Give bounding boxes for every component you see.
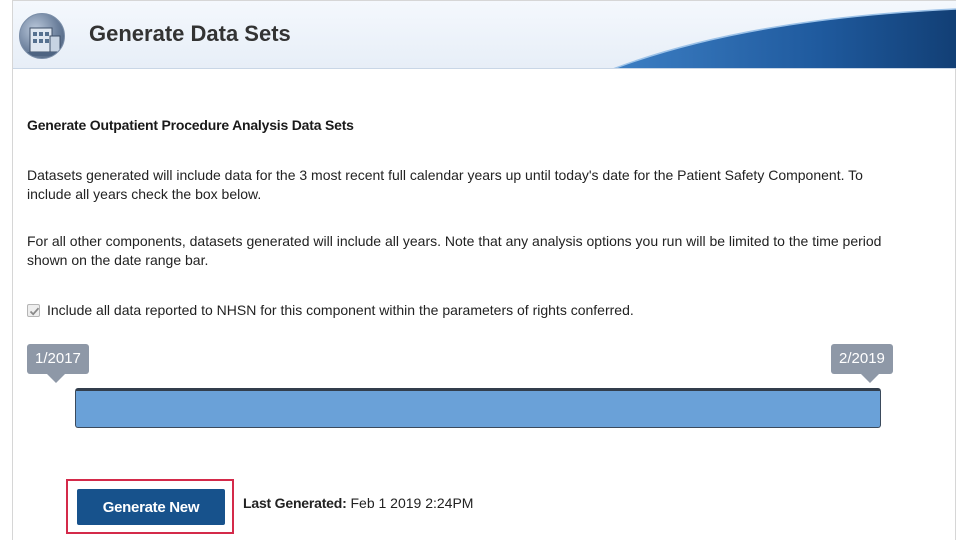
building-icon — [19, 13, 65, 59]
checkmark-icon — [29, 307, 40, 316]
include-all-data-checkbox[interactable] — [27, 303, 40, 317]
range-start-pointer — [47, 374, 65, 383]
include-all-data-label: Include all data reported to NHSN for th… — [47, 302, 634, 318]
range-start-value: 1/2017 — [35, 350, 81, 367]
generate-button-highlight: Generate New — [66, 479, 234, 534]
last-generated-value: Feb 1 2019 2:24PM — [350, 495, 474, 511]
include-all-data-row: Include all data reported to NHSN for th… — [27, 302, 634, 318]
page-header: Generate Data Sets — [13, 1, 956, 69]
generate-data-sets-panel: Generate Data Sets Generate Outpatient P… — [12, 0, 956, 540]
range-start-label[interactable]: 1/2017 — [27, 344, 89, 383]
last-generated-info: Last Generated: Feb 1 2019 2:24PM — [243, 495, 473, 511]
info-paragraph-years: Datasets generated will include data for… — [27, 167, 863, 202]
info-paragraph-components: For all other components, datasets gener… — [27, 233, 882, 268]
generate-new-button[interactable]: Generate New — [77, 489, 225, 525]
last-generated-label: Last Generated: — [243, 495, 347, 511]
date-range-bar[interactable] — [75, 388, 881, 428]
section-title: Generate Outpatient Procedure Analysis D… — [27, 117, 354, 133]
range-end-pointer — [861, 374, 879, 383]
range-end-value: 2/2019 — [839, 350, 885, 367]
range-end-label[interactable]: 2/2019 — [831, 344, 893, 383]
page-title: Generate Data Sets — [89, 21, 291, 46]
